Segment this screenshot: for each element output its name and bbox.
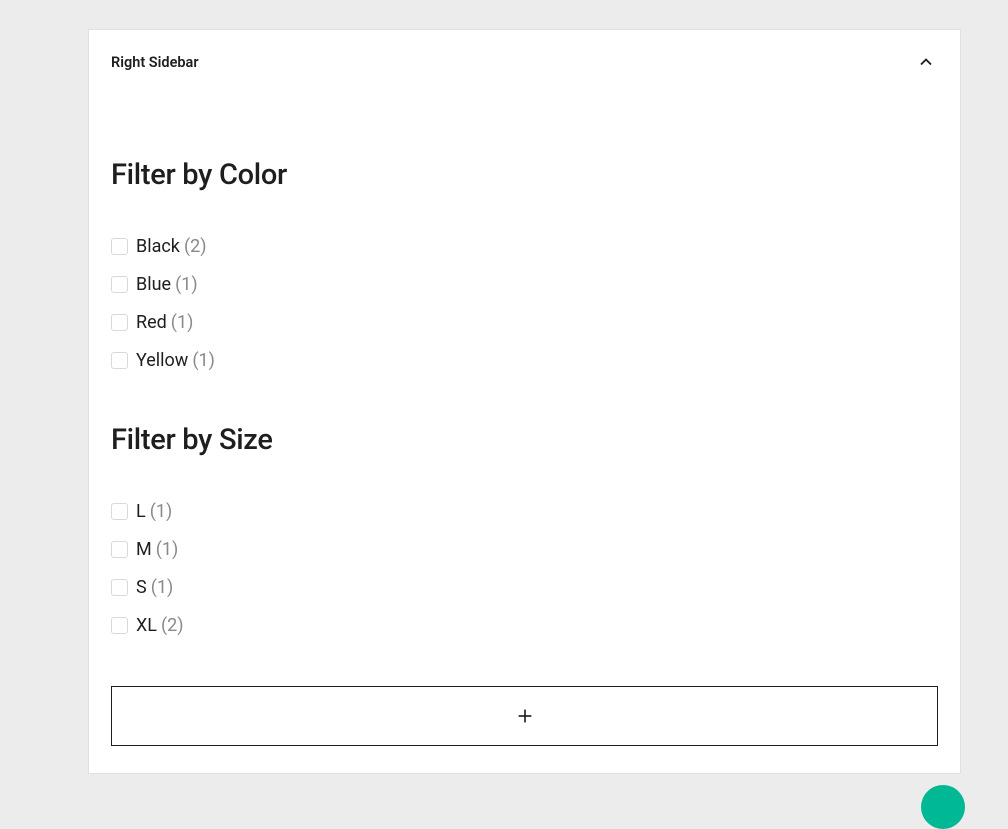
- help-fab[interactable]: [921, 785, 965, 829]
- filter-label: Red: [136, 312, 167, 333]
- filter-label: L: [136, 501, 146, 522]
- checkbox-icon[interactable]: [111, 503, 128, 520]
- filter-label: M: [136, 539, 152, 560]
- checkbox-icon[interactable]: [111, 617, 128, 634]
- checkbox-icon[interactable]: [111, 352, 128, 369]
- filter-item[interactable]: M (1): [111, 539, 938, 560]
- filter-count: (1): [151, 577, 174, 598]
- checkbox-icon[interactable]: [111, 276, 128, 293]
- filter-item[interactable]: S (1): [111, 577, 938, 598]
- panel-title: Right Sidebar: [111, 54, 199, 71]
- sidebar-panel: Right Sidebar Filter by Color Black (2) …: [88, 29, 961, 774]
- filter-size-list: L (1) M (1) S (1) XL (2): [111, 501, 938, 636]
- filter-item[interactable]: Blue (1): [111, 274, 938, 295]
- filter-size-heading: Filter by Size: [111, 423, 938, 457]
- filter-label: Black: [136, 236, 180, 257]
- checkbox-icon[interactable]: [111, 238, 128, 255]
- filter-color-heading: Filter by Color: [111, 158, 938, 192]
- filter-count: (1): [171, 312, 194, 333]
- panel-body: Filter by Color Black (2) Blue (1) Red (…: [89, 74, 960, 636]
- filter-item[interactable]: Black (2): [111, 236, 938, 257]
- filter-item[interactable]: XL (2): [111, 615, 938, 636]
- filter-count: (2): [184, 236, 207, 257]
- add-block-button[interactable]: [111, 686, 938, 746]
- filter-count: (1): [192, 350, 215, 371]
- checkbox-icon[interactable]: [111, 314, 128, 331]
- filter-label: Yellow: [136, 350, 188, 371]
- chevron-up-icon[interactable]: [914, 50, 938, 74]
- filter-count: (1): [156, 539, 179, 560]
- filter-label: XL: [136, 615, 157, 636]
- filter-color-list: Black (2) Blue (1) Red (1) Yellow (1): [111, 236, 938, 371]
- filter-count: (1): [175, 274, 198, 295]
- checkbox-icon[interactable]: [111, 579, 128, 596]
- filter-item[interactable]: L (1): [111, 501, 938, 522]
- filter-item[interactable]: Red (1): [111, 312, 938, 333]
- filter-count: (2): [161, 615, 184, 636]
- panel-header: Right Sidebar: [89, 30, 960, 74]
- checkbox-icon[interactable]: [111, 541, 128, 558]
- filter-count: (1): [150, 501, 173, 522]
- plus-icon: [514, 705, 536, 727]
- filter-item[interactable]: Yellow (1): [111, 350, 938, 371]
- filter-label: Blue: [136, 274, 171, 295]
- filter-label: S: [136, 577, 147, 598]
